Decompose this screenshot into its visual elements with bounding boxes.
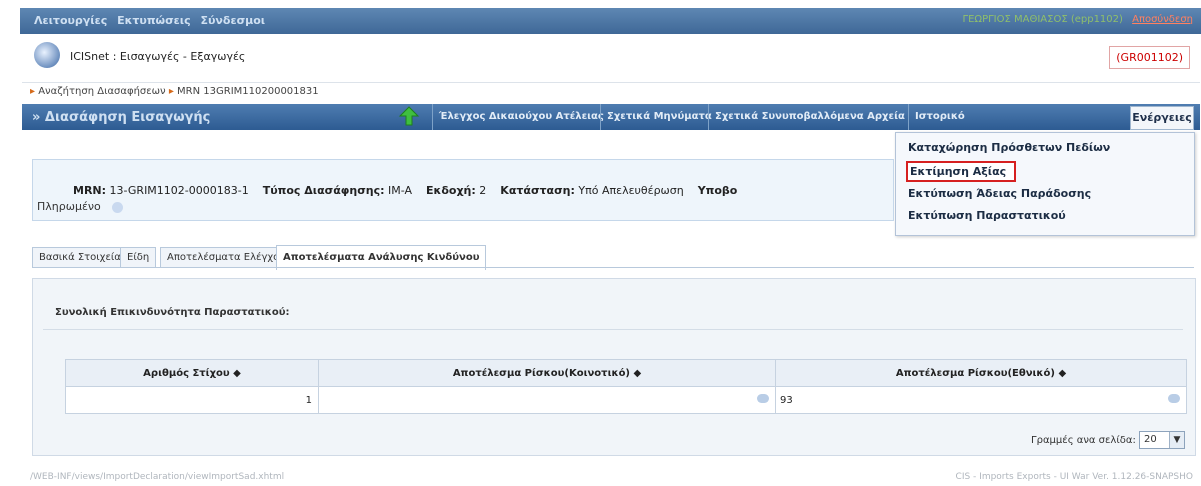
rows-per-page-label: Γραμμές ανα σελίδα: [1031, 435, 1136, 446]
page-title: » Διασάφηση Εισαγωγής [32, 110, 211, 125]
user-area: ΓΕΩΡΓΙΟΣ ΜΑΘΙΑΣΟΣ (epp1102) Αποσύνδεση [963, 14, 1193, 25]
declaration-toolbar: » Διασάφηση Εισαγωγής Έλεγχος Δικαιούχου… [22, 104, 1200, 130]
app-logo-icon [34, 42, 60, 68]
panel-divider [43, 329, 1183, 330]
type-value: IM-A [388, 184, 413, 197]
column-header-national-risk[interactable]: Αποτέλεσμα Ρίσκου(Εθνικό) ◆ [775, 359, 1187, 387]
tab-items[interactable]: Είδη [120, 247, 157, 268]
declaration-info: MRN: 13-GRIM1102-0000183-1 Τύπος Διασάφη… [32, 159, 894, 221]
breadcrumb-search-link[interactable]: Αναζήτηση Διασαφήσεων [38, 86, 165, 97]
comment-icon[interactable] [1168, 394, 1180, 403]
app-title: ICISnet : Εισαγωγές - Εξαγωγές [70, 50, 246, 63]
user-name: ΓΕΩΡΓΙΟΣ ΜΑΘΙΑΣΟΣ (epp1102) [962, 14, 1123, 25]
footer-path: /WEB-INF/views/ImportDeclaration/viewImp… [30, 472, 285, 482]
comment-icon[interactable] [757, 394, 769, 403]
risk-analysis-panel: Συνολική Επικινδυνότητα Παραστατικού: Αρ… [32, 278, 1196, 456]
table-row: 1 93 [65, 386, 1187, 414]
top-menu-bar: Λειτουργίες Εκτυπώσεις Σύνδεσμοι ΓΕΩΡΓΙΟ… [20, 8, 1201, 34]
payment-status: Πληρωμένο [37, 200, 124, 213]
subtab-divider [32, 267, 1194, 268]
green-arrow-icon[interactable] [398, 105, 420, 127]
cell-community-risk [318, 386, 776, 414]
national-risk-value: 93 [780, 394, 793, 406]
breadcrumb-arrow-icon: ▸ [30, 86, 36, 97]
column-header-line[interactable]: Αριθμός Στίχου ◆ [65, 359, 319, 387]
rows-per-page-value: 20 [1144, 434, 1157, 445]
column-header-community-risk[interactable]: Αποτέλεσμα Ρίσκου(Κοινοτικό) ◆ [318, 359, 776, 387]
menu-item-additional-fields[interactable]: Καταχώρηση Πρόσθετων Πεδίων [908, 141, 1110, 154]
info-line: MRN: 13-GRIM1102-0000183-1 Τύπος Διασάφη… [73, 184, 737, 197]
app-header: ICISnet : Εισαγωγές - Εξαγωγές (GR001102… [22, 34, 1200, 83]
menu-item-print-delivery-permit[interactable]: Εκτύπωση Άδειας Παράδοσης [908, 187, 1091, 200]
menu-item-value-estimation[interactable]: Εκτίμηση Αξίας [906, 161, 1017, 182]
menu-links[interactable]: Σύνδεσμοι [200, 14, 265, 27]
tab-history[interactable]: Ιστορικό [908, 104, 971, 130]
version-value: 2 [479, 184, 487, 197]
breadcrumb-mrn: MRN 13GRIM110200001831 [177, 86, 319, 97]
tab-basic-details[interactable]: Βασικά Στοιχεία [32, 247, 128, 268]
footer-version: CIS - Imports Exports - UI War Ver. 1.12… [955, 472, 1193, 482]
menu-prints[interactable]: Εκτυπώσεις [117, 14, 191, 27]
tab-control-results[interactable]: Αποτελέσματα Ελέγχου [160, 247, 293, 268]
rows-per-page: Γραμμές ανα σελίδα: 20 ▼ [1031, 431, 1185, 449]
actions-dropdown: Καταχώρηση Πρόσθετων Πεδίων Εκτίμηση Αξί… [895, 132, 1195, 236]
tab-related-files[interactable]: Σχετικά Συνυποβαλλόμενα Αρχεία [708, 104, 911, 130]
submitted-label: Υποβο [697, 184, 738, 197]
menu-item-print-document[interactable]: Εκτύπωση Παραστατικού [908, 209, 1066, 222]
risk-results-table: Αριθμός Στίχου ◆ Αποτέλεσμα Ρίσκου(Κοινο… [65, 359, 1187, 414]
tab-duty-exemption-check[interactable]: Έλεγχος Δικαιούχου Ατέλειας [432, 104, 610, 130]
logout-link[interactable]: Αποσύνδεση [1132, 14, 1193, 25]
cell-line-number: 1 [65, 386, 319, 414]
mrn-label: MRN: [73, 184, 107, 197]
info-icon[interactable] [112, 201, 124, 213]
top-menu: Λειτουργίες Εκτυπώσεις Σύνδεσμοι [34, 14, 271, 27]
chevron-down-icon[interactable]: ▼ [1169, 432, 1184, 448]
breadcrumb-arrow-icon: ▸ [168, 86, 174, 97]
panel-title: Συνολική Επικινδυνότητα Παραστατικού: [55, 307, 290, 318]
menu-functions[interactable]: Λειτουργίες [34, 14, 107, 27]
rows-per-page-select[interactable]: 20 ▼ [1139, 431, 1185, 449]
version-label: Εκδοχή: [426, 184, 476, 197]
status-label: Κατάσταση: [500, 184, 575, 197]
cell-national-risk: 93 [775, 386, 1187, 414]
tab-related-messages[interactable]: Σχετικά Μηνύματα [600, 104, 718, 130]
breadcrumb: ▸ Αναζήτηση Διασαφήσεων ▸ MRN 13GRIM1102… [30, 86, 319, 97]
status-value: Υπό Απελευθέρωση [578, 184, 684, 197]
actions-button[interactable]: Ενέργειες [1130, 106, 1194, 130]
mrn-value: 13-GRIM1102-0000183-1 [109, 184, 249, 197]
type-label: Τύπος Διασάφησης: [262, 184, 385, 197]
office-code: (GR001102) [1109, 46, 1190, 69]
paid-value: Πληρωμένο [37, 200, 101, 213]
